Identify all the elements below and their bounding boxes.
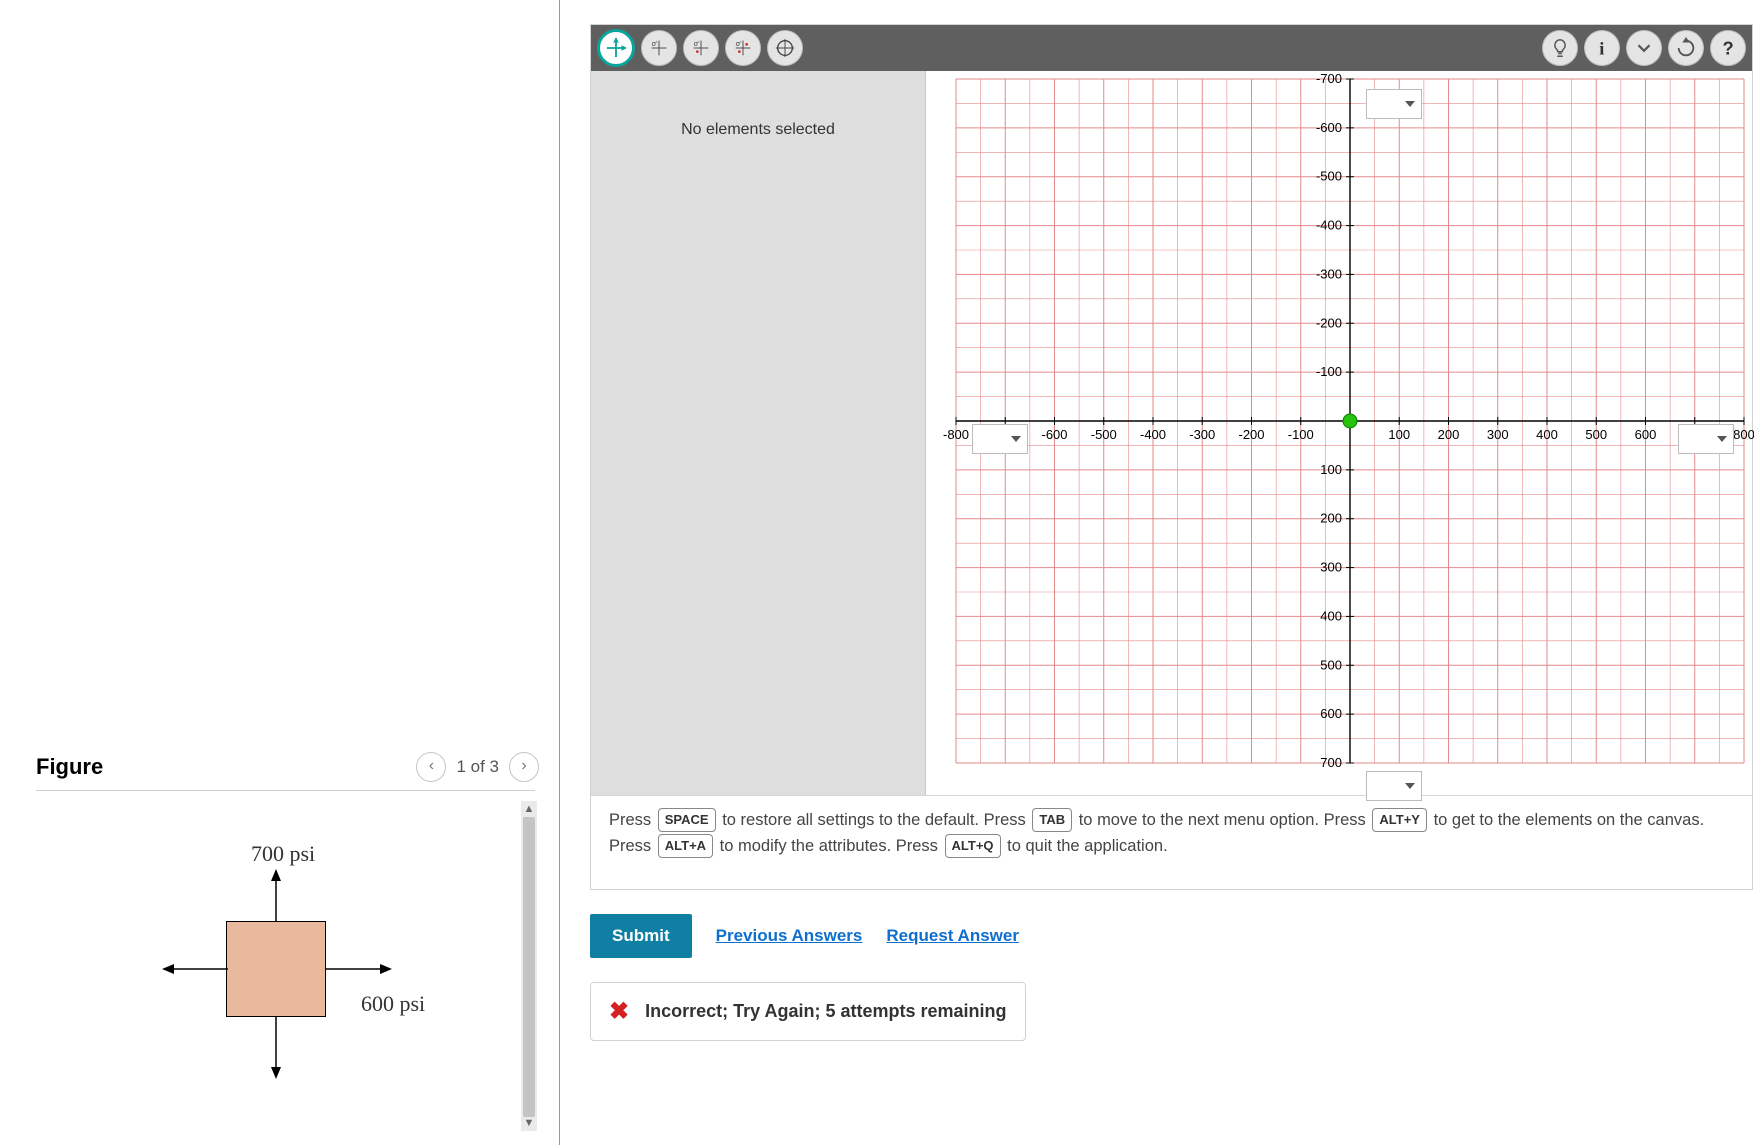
svg-text:-300: -300 xyxy=(1316,266,1342,281)
mohr-toolbar: σ' σ' σ' i xyxy=(591,25,1752,71)
svg-text:-100: -100 xyxy=(1288,427,1314,442)
mohr-keyboard-hint: Press SPACE to restore all settings to t… xyxy=(591,795,1752,889)
svg-text:-400: -400 xyxy=(1140,427,1166,442)
hint-text: to quit the application. xyxy=(1007,837,1168,855)
mohr-axes-tool[interactable] xyxy=(597,29,635,67)
figure-scrollbar[interactable]: ▲ ▼ xyxy=(521,801,537,1131)
key-alt-a: ALT+A xyxy=(658,834,713,858)
stress-element-diagram: 700 psi xyxy=(126,841,446,1101)
hint-text: to modify the attributes. Press xyxy=(720,837,943,855)
figure-pager-text: 1 of 3 xyxy=(456,757,499,777)
mohr-sigma-x-tool[interactable]: σ' xyxy=(641,30,677,66)
info-icon[interactable]: i xyxy=(1584,30,1620,66)
svg-text:-200: -200 xyxy=(1238,427,1264,442)
svg-text:200: 200 xyxy=(1320,511,1342,526)
svg-text:i: i xyxy=(1599,38,1604,58)
svg-text:σ': σ' xyxy=(736,39,743,48)
svg-text:300: 300 xyxy=(1320,560,1342,575)
request-answer-link[interactable]: Request Answer xyxy=(886,926,1019,946)
hint-text: to move to the next menu option. Press xyxy=(1079,811,1371,829)
svg-text:500: 500 xyxy=(1320,657,1342,672)
svg-text:-400: -400 xyxy=(1316,218,1342,233)
mohr-top-axis-dropdown[interactable] xyxy=(1366,89,1422,119)
svg-text:-200: -200 xyxy=(1316,315,1342,330)
figure-divider xyxy=(36,790,535,791)
svg-text:?: ? xyxy=(1723,37,1734,58)
svg-text:500: 500 xyxy=(1585,427,1607,442)
stress-square xyxy=(226,921,326,1017)
key-alt-q: ALT+Q xyxy=(945,834,1001,858)
mohr-circle-tool[interactable] xyxy=(767,30,803,66)
incorrect-icon: ✖ xyxy=(609,997,629,1026)
svg-text:400: 400 xyxy=(1536,427,1558,442)
feedback-box: ✖ Incorrect; Try Again; 5 attempts remai… xyxy=(590,982,1026,1041)
figure-prev-button[interactable]: ‹ xyxy=(416,752,446,782)
svg-text:-100: -100 xyxy=(1316,364,1342,379)
mohr-left-axis-dropdown[interactable] xyxy=(972,424,1028,454)
svg-text:-500: -500 xyxy=(1091,427,1117,442)
mohr-sigma-y-tool[interactable]: σ' xyxy=(683,30,719,66)
key-space: SPACE xyxy=(658,808,716,832)
svg-text:300: 300 xyxy=(1487,427,1509,442)
chevron-down-icon[interactable] xyxy=(1626,30,1662,66)
mohr-right-axis-dropdown[interactable] xyxy=(1678,424,1734,454)
submit-button[interactable]: Submit xyxy=(590,914,692,958)
figure-next-button[interactable]: › xyxy=(509,752,539,782)
mohr-tau-tool[interactable]: σ' xyxy=(725,30,761,66)
hint-text: Press xyxy=(609,811,656,829)
stress-top-label: 700 psi xyxy=(251,841,315,867)
svg-text:-600: -600 xyxy=(1316,120,1342,135)
svg-text:600: 600 xyxy=(1320,706,1342,721)
svg-text:-800: -800 xyxy=(943,427,969,442)
svg-text:700: 700 xyxy=(1320,755,1342,770)
svg-text:800: 800 xyxy=(1733,427,1754,442)
svg-text:400: 400 xyxy=(1320,608,1342,623)
svg-text:-700: -700 xyxy=(1316,71,1342,86)
question-pane: σ' σ' σ' i xyxy=(560,0,1764,1145)
svg-text:-600: -600 xyxy=(1041,427,1067,442)
refresh-icon[interactable] xyxy=(1668,30,1704,66)
svg-text:600: 600 xyxy=(1635,427,1657,442)
help-icon[interactable]: ? xyxy=(1710,30,1746,66)
mohr-bottom-axis-dropdown[interactable] xyxy=(1366,771,1422,801)
key-tab: TAB xyxy=(1032,808,1072,832)
mohr-sidebar-text: No elements selected xyxy=(681,121,835,138)
previous-answers-link[interactable]: Previous Answers xyxy=(716,926,863,946)
mohr-plot-area[interactable]: -800 -700 -600 -500 -400 -300 -200 -100 100 200 30… xyxy=(926,71,1752,795)
svg-text:σ': σ' xyxy=(652,39,659,48)
svg-text:100: 100 xyxy=(1388,427,1410,442)
hint-text: to restore all settings to the default. … xyxy=(722,811,1030,829)
key-alt-y: ALT+Y xyxy=(1372,808,1427,832)
figure-title: Figure xyxy=(36,754,103,780)
svg-text:-300: -300 xyxy=(1189,427,1215,442)
svg-text:σ': σ' xyxy=(694,39,701,48)
mohr-selection-sidebar: No elements selected xyxy=(591,71,926,795)
mohr-circle-widget: σ' σ' σ' i xyxy=(590,24,1753,890)
svg-text:-500: -500 xyxy=(1316,169,1342,184)
svg-text:100: 100 xyxy=(1320,462,1342,477)
figure-pane: Figure ‹ 1 of 3 › ▲ ▼ 700 psi xyxy=(0,0,560,1145)
lightbulb-icon[interactable] xyxy=(1542,30,1578,66)
feedback-text: Incorrect; Try Again; 5 attempts remaini… xyxy=(645,1001,1006,1022)
stress-right-label: 600 psi xyxy=(361,991,425,1017)
svg-text:200: 200 xyxy=(1438,427,1460,442)
